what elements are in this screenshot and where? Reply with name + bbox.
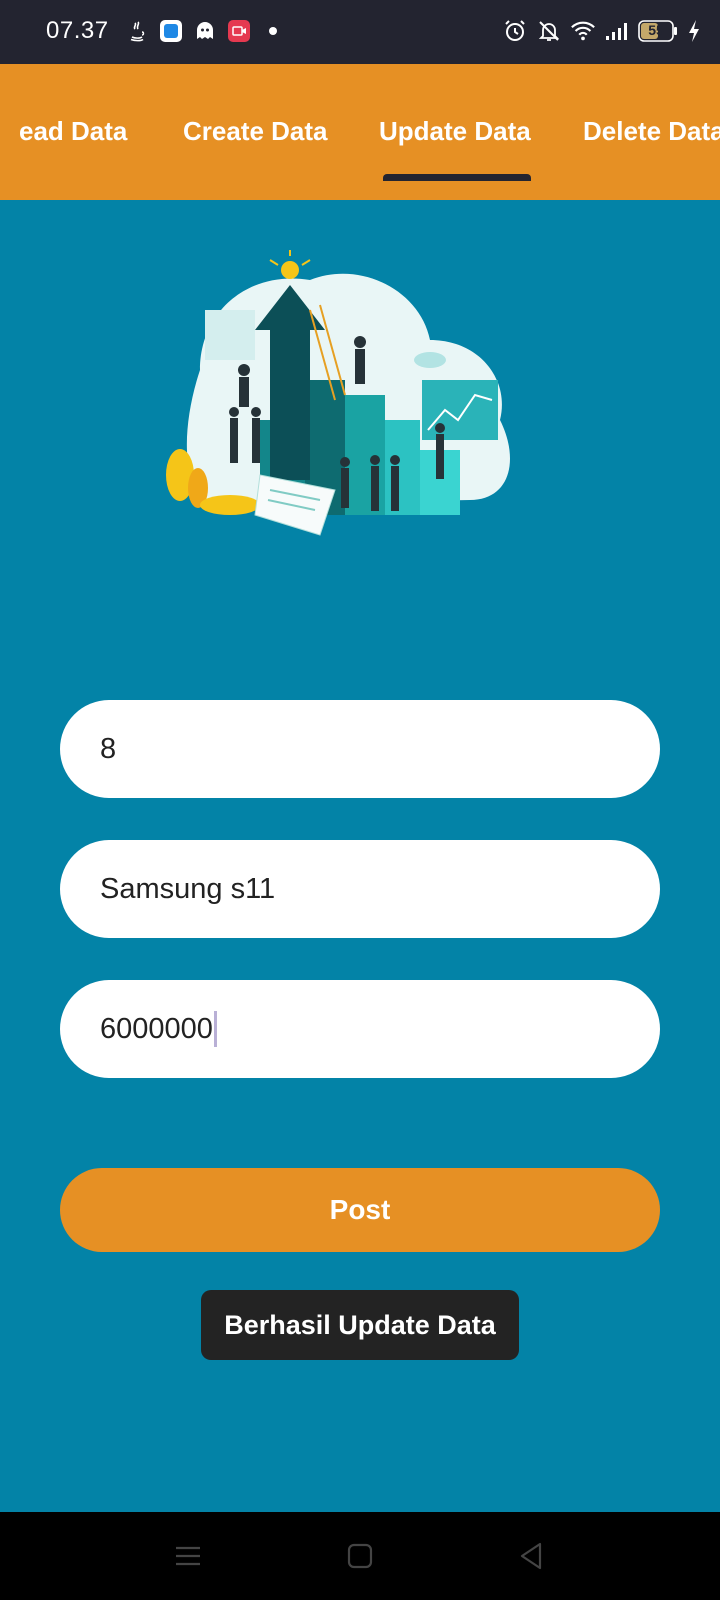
tab-selected-indicator: [383, 174, 531, 181]
tab-update-data[interactable]: Update Data: [379, 116, 531, 147]
name-input-value: Samsung s11: [100, 872, 276, 905]
text-cursor: [213, 1011, 217, 1047]
name-input[interactable]: Samsung s11: [60, 840, 660, 938]
charging-icon: [686, 18, 702, 44]
back-triangle-icon[interactable]: [512, 1536, 552, 1576]
tab-bar: ead Data Create Data Update Data Delete …: [0, 64, 720, 200]
system-icons: 55: [502, 18, 702, 44]
navigation-bar: [0, 1512, 720, 1600]
alarm-icon: [502, 18, 528, 44]
tab-read-data[interactable]: ead Data: [19, 116, 127, 147]
dot-icon: [260, 18, 286, 44]
java-icon: [124, 18, 150, 44]
post-button[interactable]: Post: [60, 1168, 660, 1252]
status-bar: 07.37 55: [0, 0, 720, 64]
bell-off-icon: [536, 18, 562, 44]
tab-delete-data[interactable]: Delete Data: [583, 116, 720, 147]
price-input-value: 6000000: [100, 1012, 213, 1045]
app-blue-icon: [158, 18, 184, 44]
battery-icon: 55: [638, 20, 678, 42]
video-record-icon: [226, 18, 252, 44]
post-button-label: Post: [329, 1194, 391, 1225]
business-growth-illustration: [166, 250, 510, 536]
wifi-icon: [570, 18, 596, 44]
home-square-icon[interactable]: [340, 1536, 380, 1576]
tab-create-data[interactable]: Create Data: [183, 116, 328, 147]
ghost-icon: [192, 18, 218, 44]
battery-level: 55: [648, 22, 664, 38]
menu-icon[interactable]: [168, 1536, 208, 1576]
id-input-value: 8: [100, 732, 117, 765]
id-input[interactable]: 8: [60, 700, 660, 798]
notification-icons: [124, 18, 286, 44]
signal-icon: [604, 18, 630, 44]
toast-message: Berhasil Update Data: [201, 1290, 519, 1360]
price-input[interactable]: 6000000: [60, 980, 660, 1078]
status-time: 07.37: [46, 17, 109, 44]
toast-text: Berhasil Update Data: [224, 1309, 496, 1340]
